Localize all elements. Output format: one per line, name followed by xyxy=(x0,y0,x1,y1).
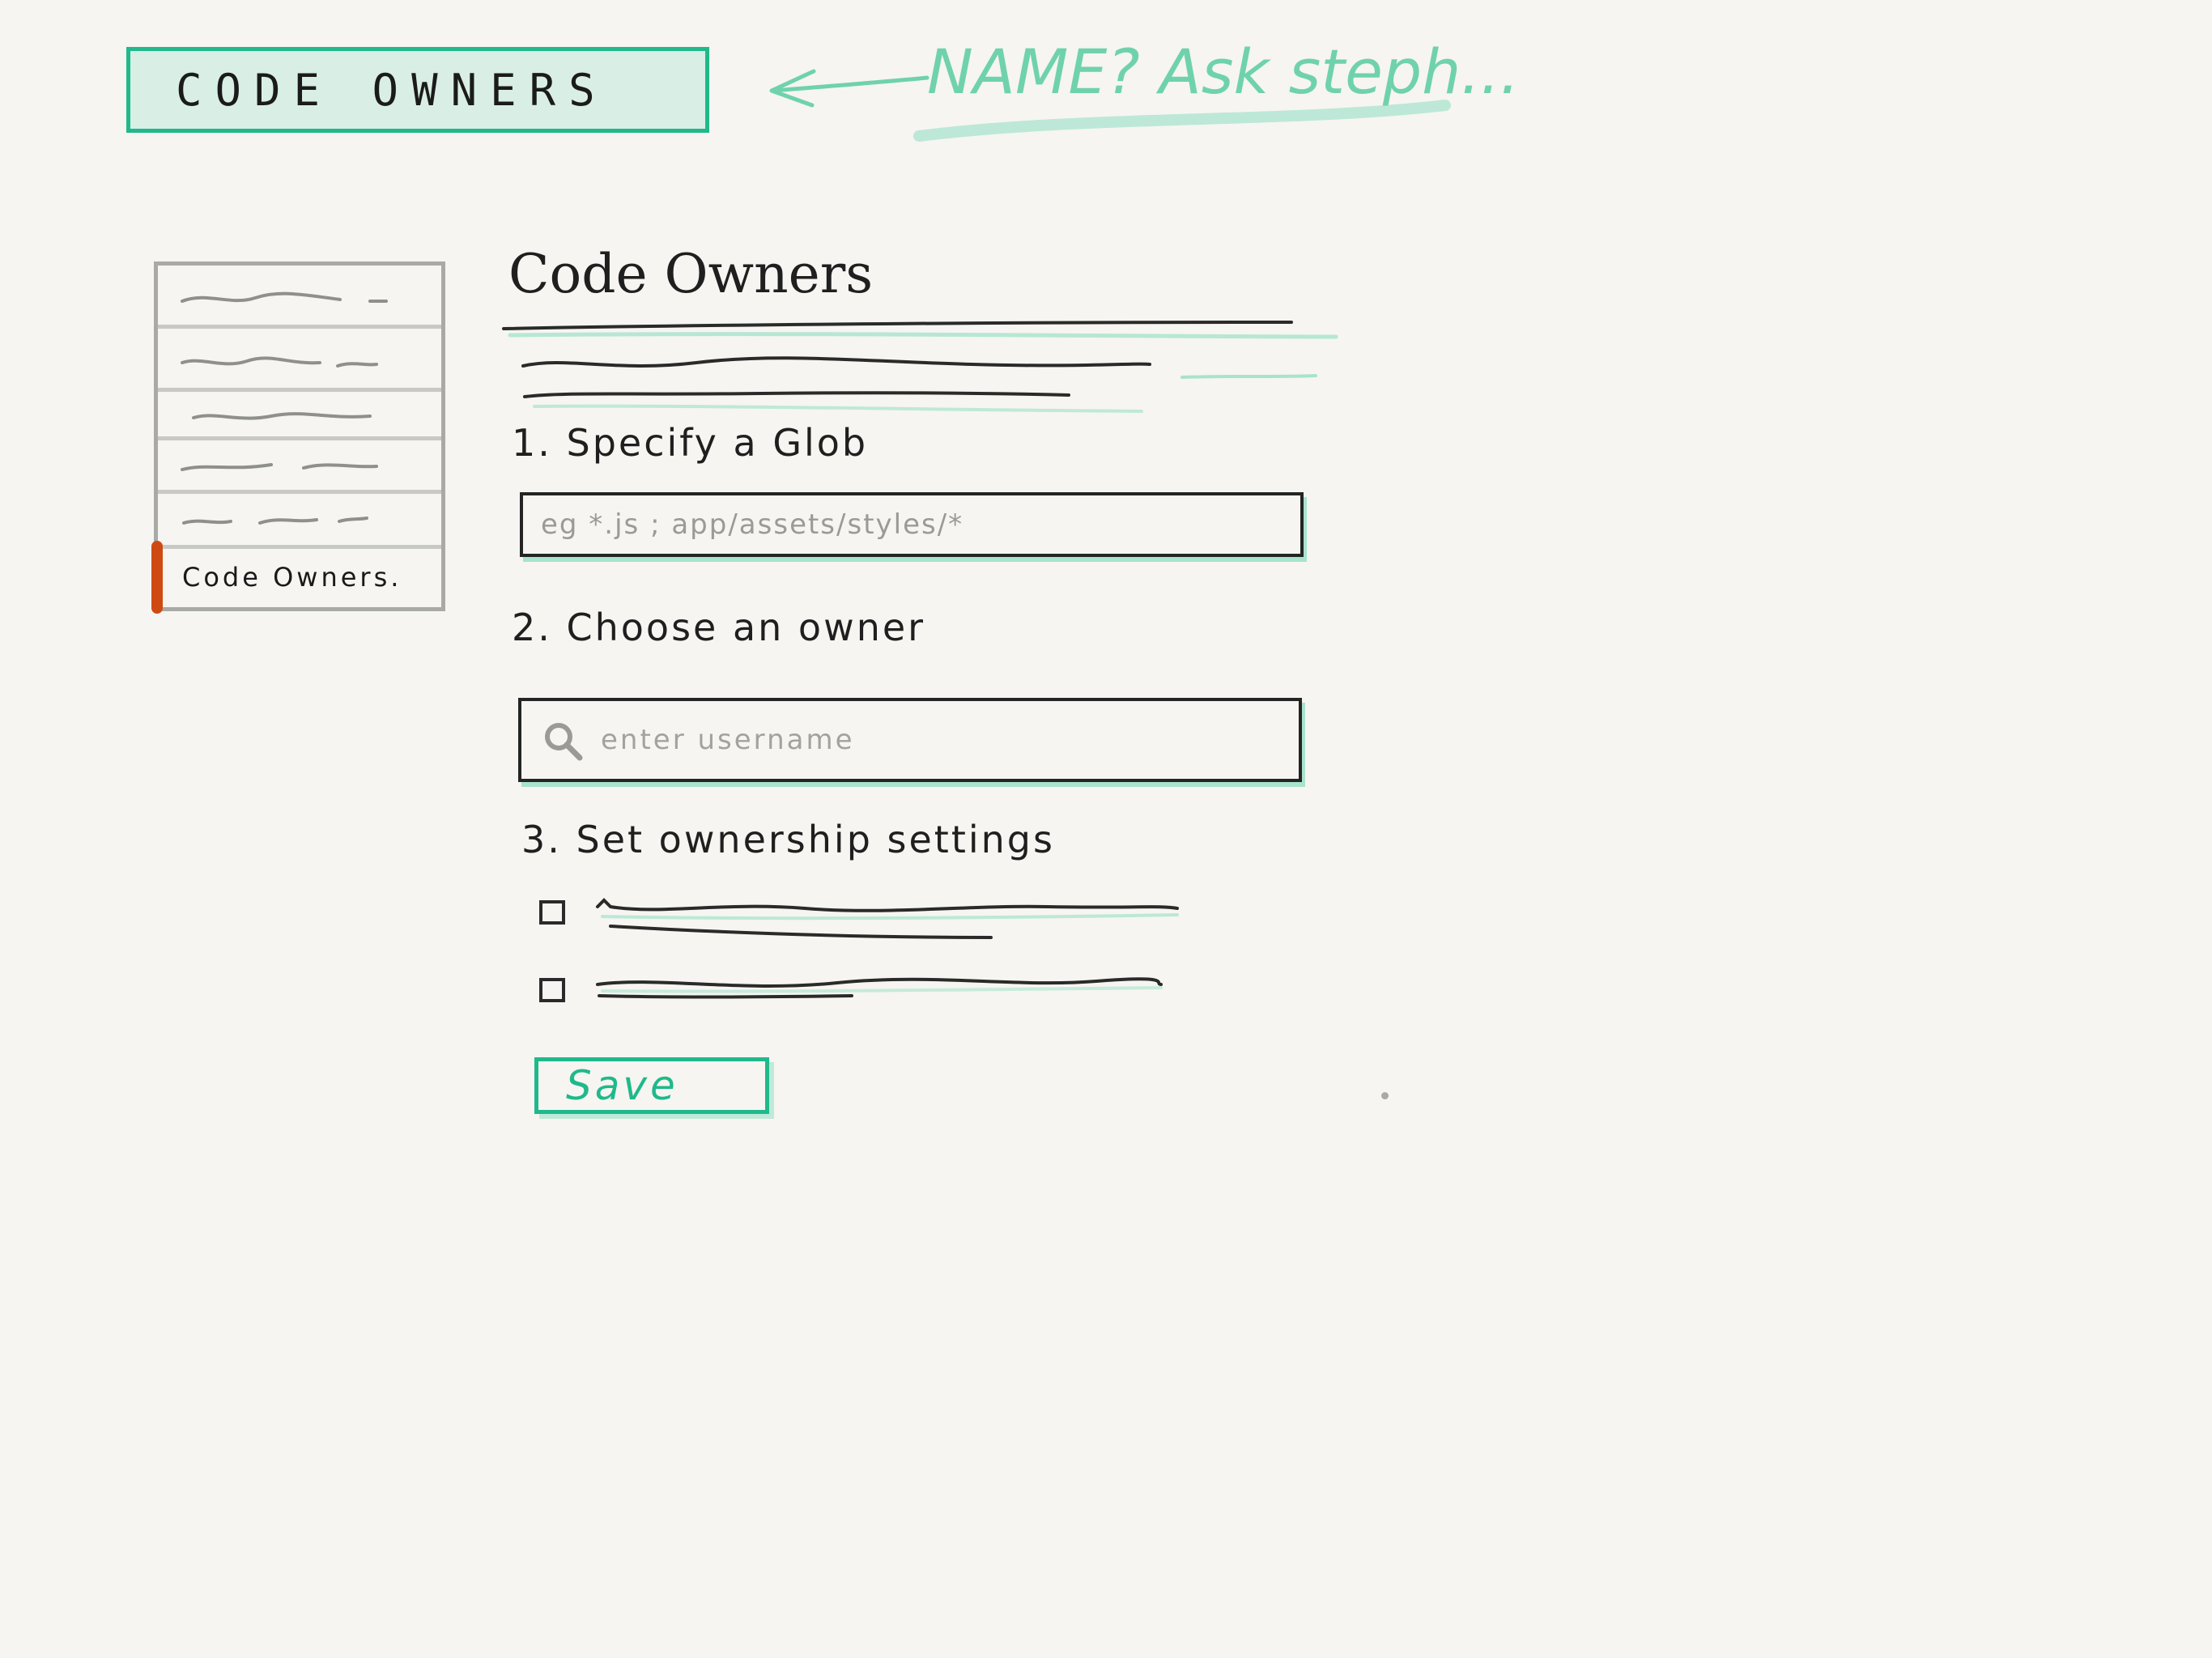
sidebar: Code Owners. xyxy=(151,261,445,614)
active-indicator xyxy=(151,541,163,614)
save-button-label: Save xyxy=(566,1062,678,1109)
annotation-note: NAME? Ask steph... xyxy=(927,36,1520,108)
sidebar-item-code-owners[interactable]: Code Owners. xyxy=(151,541,441,614)
sidebar-item[interactable] xyxy=(158,329,441,392)
option-checkbox[interactable] xyxy=(539,978,565,1002)
ownership-option[interactable] xyxy=(538,891,1185,947)
glob-placeholder: eg *.js ; app/assets/styles/* xyxy=(541,508,964,541)
page-title: Code Owners xyxy=(508,243,874,305)
placeholder-text-line xyxy=(181,463,378,471)
sidebar-item-label: Code Owners. xyxy=(182,562,402,593)
description-text xyxy=(521,356,1317,413)
sketch-annotation: NAME? Ask steph... xyxy=(765,24,1520,154)
placeholder-text-line xyxy=(192,412,372,420)
option-description xyxy=(596,977,1163,999)
page-banner: CODE OWNERS xyxy=(126,47,709,133)
ownership-option[interactable] xyxy=(538,968,1185,1025)
sidebar-item[interactable] xyxy=(158,494,441,549)
placeholder-text-line xyxy=(181,291,388,303)
save-button[interactable]: Save xyxy=(534,1057,769,1114)
option-checkbox[interactable] xyxy=(539,900,565,925)
step-3-label: 3. Set ownership settings xyxy=(521,818,1055,861)
stray-mark xyxy=(1381,1092,1389,1099)
option-description xyxy=(596,898,1179,939)
owner-search-input[interactable]: enter username xyxy=(518,698,1302,782)
title-divider xyxy=(502,321,1338,339)
step-2-label: 2. Choose an owner xyxy=(512,606,926,649)
step-1-label: 1. Specify a Glob xyxy=(512,421,869,465)
glob-input[interactable]: eg *.js ; app/assets/styles/* xyxy=(520,492,1304,557)
search-icon xyxy=(545,723,583,761)
sidebar-item[interactable] xyxy=(158,392,441,440)
owner-placeholder: enter username xyxy=(601,724,855,756)
sidebar-item[interactable] xyxy=(158,266,441,329)
sidebar-item[interactable] xyxy=(158,440,441,494)
banner-title: CODE OWNERS xyxy=(176,64,608,116)
placeholder-text-line xyxy=(181,356,378,368)
placeholder-text-line xyxy=(182,517,368,525)
